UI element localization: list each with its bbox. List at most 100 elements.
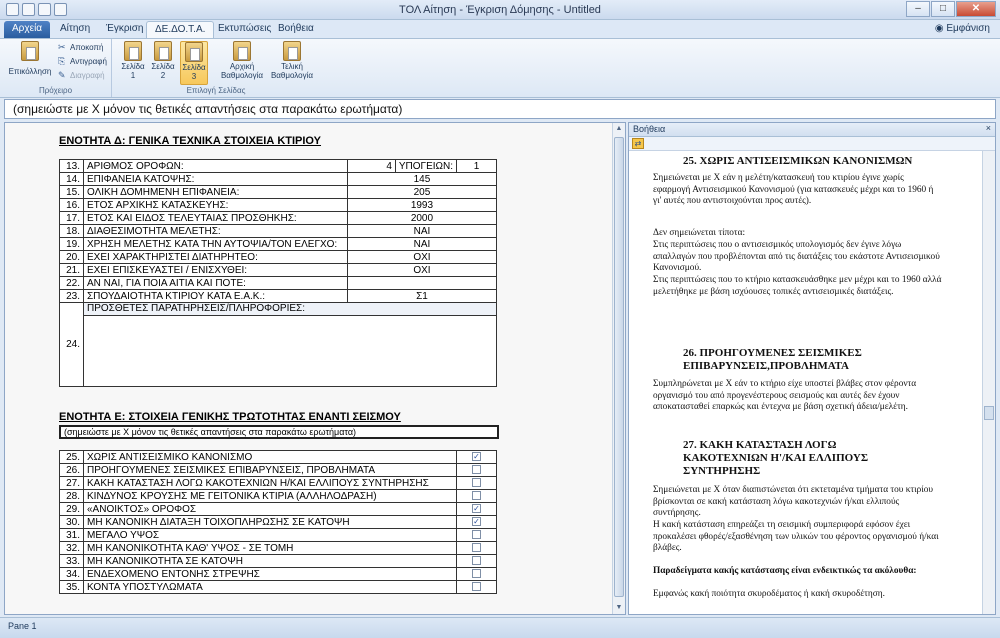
delete-button[interactable]: ✎ Διαγραφή <box>58 71 105 81</box>
close-help-icon[interactable]: × <box>986 123 991 133</box>
row-label: ΚΑΚΗ ΚΑΤΑΣΤΑΣΗ ΛΟΓΩ ΚΑΚΟΤΕΧΝΙΩΝ Η/ΚΑΙ ΕΛ… <box>83 476 457 490</box>
tab-application[interactable]: Αίτηση <box>52 21 98 38</box>
check-cell <box>456 580 497 594</box>
window-title: ΤΟΛ Αίτηση - Έγκριση Δόμησης - Untitled <box>399 4 601 16</box>
table-row: 33. ΜΗ ΚΑΝΟΝΙΚΟΤΗΤΑ ΣΕ ΚΑΤΟΨΗ <box>59 554 497 568</box>
copy-button[interactable]: ⎘ Αντιγραφή <box>58 57 107 67</box>
row-number: 22. <box>59 276 84 290</box>
value-field[interactable]: ΟΧΙ <box>346 263 498 277</box>
checkbox[interactable]: ✓ <box>472 504 481 514</box>
page1-label-b: 1 <box>130 71 136 80</box>
final-score-button[interactable]: Τελική Βαθμολογία <box>268 41 316 80</box>
ribbon: Επικόλληση ✂ Αποκοπή ⎘ Αντιγραφή ✎ Διαγραφή… <box>0 38 1000 98</box>
table-row: 19. ΧΡΗΣΗ ΜΕΛΕΤΗΣ ΚΑΤΑ ΤΗΝ ΑΥΤΟΨΙΑ/ΤΟΝ ΕΛ… <box>59 237 498 251</box>
checkbox[interactable] <box>472 465 481 475</box>
page-select-group: Σελίδα 1 Σελίδα 2 Σελίδα 3 Αρχική Βαθμολ… <box>112 39 320 97</box>
page-icon <box>154 41 172 61</box>
page3-button[interactable]: Σελίδα 3 <box>180 41 208 85</box>
basements-field[interactable]: 1 <box>456 159 497 173</box>
row-number: 18. <box>59 224 84 238</box>
checkbox[interactable] <box>472 582 481 592</box>
close-button[interactable]: ✕ <box>956 1 996 17</box>
row-number: 24. <box>59 302 84 387</box>
scissors-icon: ✂ <box>58 42 66 52</box>
row-label: ΧΩΡΙΣ ΑΝΤΙΣΕΙΣΜΙΚΟ ΚΑΝΟΝΙΣΜΟ <box>83 450 457 464</box>
checkbox[interactable] <box>472 556 481 566</box>
initial-label-a: Αρχική <box>229 62 255 71</box>
checkbox[interactable] <box>472 491 481 501</box>
help-scrollbar[interactable] <box>982 151 995 614</box>
value-field[interactable] <box>346 276 498 290</box>
row-label: ΜΗ ΚΑΝΟΝΙΚΗ ΔΙΑΤΑΞΗ ΤΟΙΧΟΠΛΗΡΩΣΗΣ ΣΕ ΚΑΤ… <box>83 515 457 529</box>
copy-label: Αντιγραφή <box>70 57 107 66</box>
remarks-field[interactable] <box>84 316 496 386</box>
instruction-bar: (σημειώστε με Χ μόνον τις θετικές απαντή… <box>4 99 996 119</box>
help-heading-25: 25. ΧΩΡΙΣ ΑΝΤΙΣΕΙΣΜΙΚΩΝ ΚΑΝΟΝΙΣΜΩΝ <box>683 155 913 167</box>
page1-button[interactable]: Σελίδα 1 <box>120 41 146 80</box>
maximize-button[interactable]: □ <box>931 1 955 17</box>
help-heading-26: 26. ΠΡΟΗΓΟΥΜΕΝΕΣ ΣΕΙΣΜΙΚΕΣ ΕΠΙΒΑΡΥΝΣΕΙΣ,… <box>683 347 862 372</box>
tab-approval[interactable]: Έγκριση <box>98 21 152 38</box>
table-row: 13. ΑΡΙΘΜΟΣ ΟΡΟΦΩΝ: 4 ΥΠΟΓΕΙΩΝ: 1 <box>59 159 497 173</box>
page2-label-a: Σελίδα <box>151 62 175 71</box>
row-number: 13. <box>59 159 84 173</box>
row-label: ΚΟΝΤΑ ΥΠΟΣΤΥΛΩΜΑΤΑ <box>83 580 457 594</box>
help-paragraph: Στις περιπτώσεις που ο αντισεισμικός υπο… <box>653 240 940 273</box>
row-label: ΜΗ ΚΑΝΟΝΙΚΟΤΗΤΑ ΣΕ ΚΑΤΟΨΗ <box>83 554 457 568</box>
checkbox[interactable] <box>472 530 481 540</box>
row-number: 30. <box>59 515 84 529</box>
row-number: 19. <box>59 237 84 251</box>
paste-button[interactable]: Επικόλληση <box>8 41 52 76</box>
initial-score-button[interactable]: Αρχική Βαθμολογία <box>220 41 264 80</box>
scroll-down-icon[interactable]: ▼ <box>613 602 625 614</box>
form-page: ΕΝΟΤΗΤΑ Δ: ΓΕΝΙΚΑ ΤΕΧΝΙΚΑ ΣΤΟΙΧΕΙΑ ΚΤΙΡΙ… <box>5 123 613 614</box>
tab-files[interactable]: Αρχεία <box>4 21 51 38</box>
row-label: ΕΝΔΕΧΟΜΕΝΟ ΕΝΤΟΝΗΣ ΣΤΡΕΨΗΣ <box>83 567 457 581</box>
section-e-title: ΕΝΟΤΗΤΑ Ε: ΣΤΟΙΧΕΙΑ ΓΕΝΙΚΗΣ ΤΡΩΤΟΤΗΤΑΣ Ε… <box>59 411 401 423</box>
table-row: 15. ΟΛΙΚΗ ΔΟΜΗΜΕΝΗ ΕΠΙΦΑΝΕΙΑ: 205 <box>59 185 498 199</box>
floors-field[interactable]: 4 <box>346 159 396 173</box>
row-number: 33. <box>59 554 84 568</box>
remarks-label: ΠΡΟΣΘΕΤΕΣ ΠΑΡΑΤΗΡΗΣΕΙΣ/ΠΛΗΡΟΦΟΡΙΕΣ: <box>84 303 496 316</box>
page2-button[interactable]: Σελίδα 2 <box>150 41 176 80</box>
row-number: 32. <box>59 541 84 555</box>
minimize-button[interactable]: – <box>906 1 930 17</box>
table-row: 18. ΔΙΑΘΕΣΙΜΟΤΗΤΑ ΜΕΛΕΤΗΣ: ΝΑΙ <box>59 224 498 238</box>
checkbox[interactable]: ✓ <box>472 452 481 462</box>
value-field[interactable]: ΟΧΙ <box>346 250 498 264</box>
value-field[interactable]: 1993 <box>346 198 498 212</box>
table-row: 14. ΕΠΙΦΑΝΕΙΑ ΚΑΤΟΨΗΣ: 145 <box>59 172 498 186</box>
clipboard-group-label: Πρόχειρο <box>38 86 73 95</box>
value-field[interactable]: ΝΑΙ <box>346 224 498 238</box>
help-paragraph: Σημειώνεται με Χ όταν διαπιστώνεται ότι … <box>653 485 934 518</box>
cut-button[interactable]: ✂ Αποκοπή <box>58 42 103 53</box>
ribbon-tabs: Αρχεία Αίτηση Έγκριση ΔΕ.ΔΟ.Τ.Α. Εκτυπώσ… <box>0 20 1000 38</box>
appearance-menu[interactable]: ◉ Εμφάνιση <box>935 23 990 34</box>
form-scrollbar[interactable]: ▲ ▼ <box>612 123 625 614</box>
tab-help[interactable]: Βοήθεια <box>270 21 322 38</box>
tab-dedota[interactable]: ΔΕ.ΔΟ.Τ.Α. <box>146 21 215 38</box>
basements-label: ΥΠΟΓΕΙΩΝ: <box>394 159 458 173</box>
value-field[interactable]: ΝΑΙ <box>346 237 498 251</box>
value-field[interactable]: 2000 <box>346 211 498 225</box>
section-e-table: 25. ΧΩΡΙΣ ΑΝΤΙΣΕΙΣΜΙΚΟ ΚΑΝΟΝΙΣΜΟ ✓ 26. ΠΡΟΗ… <box>59 450 497 594</box>
help-title: Βοήθεια <box>633 124 666 134</box>
tab-prints[interactable]: Εκτυπώσεις <box>210 21 279 38</box>
sync-icon[interactable]: ⇄ <box>632 138 644 149</box>
value-field[interactable]: Σ1 <box>346 289 498 303</box>
row-label: ΕΠΙΦΑΝΕΙΑ ΚΑΤΟΨΗΣ: <box>83 172 348 186</box>
row-number: 14. <box>59 172 84 186</box>
checkbox[interactable] <box>472 569 481 579</box>
page-icon <box>124 41 142 61</box>
table-row: 17. ΕΤΟΣ ΚΑΙ ΕΙΔΟΣ ΤΕΛΕΥΤΑΙΑΣ ΠΡΟΣΘΗΚΗΣ: 2… <box>59 211 498 225</box>
row-number: 15. <box>59 185 84 199</box>
help-scroll-thumb[interactable] <box>984 406 994 420</box>
checkbox[interactable]: ✓ <box>472 517 481 527</box>
scroll-thumb[interactable] <box>614 137 624 597</box>
checkbox[interactable] <box>472 478 481 488</box>
value-field[interactable]: 205 <box>346 185 498 199</box>
value-field[interactable]: 145 <box>346 172 498 186</box>
help-toolbar: ⇄ <box>629 137 995 151</box>
checkbox[interactable] <box>472 543 481 553</box>
scroll-up-icon[interactable]: ▲ <box>613 123 625 135</box>
